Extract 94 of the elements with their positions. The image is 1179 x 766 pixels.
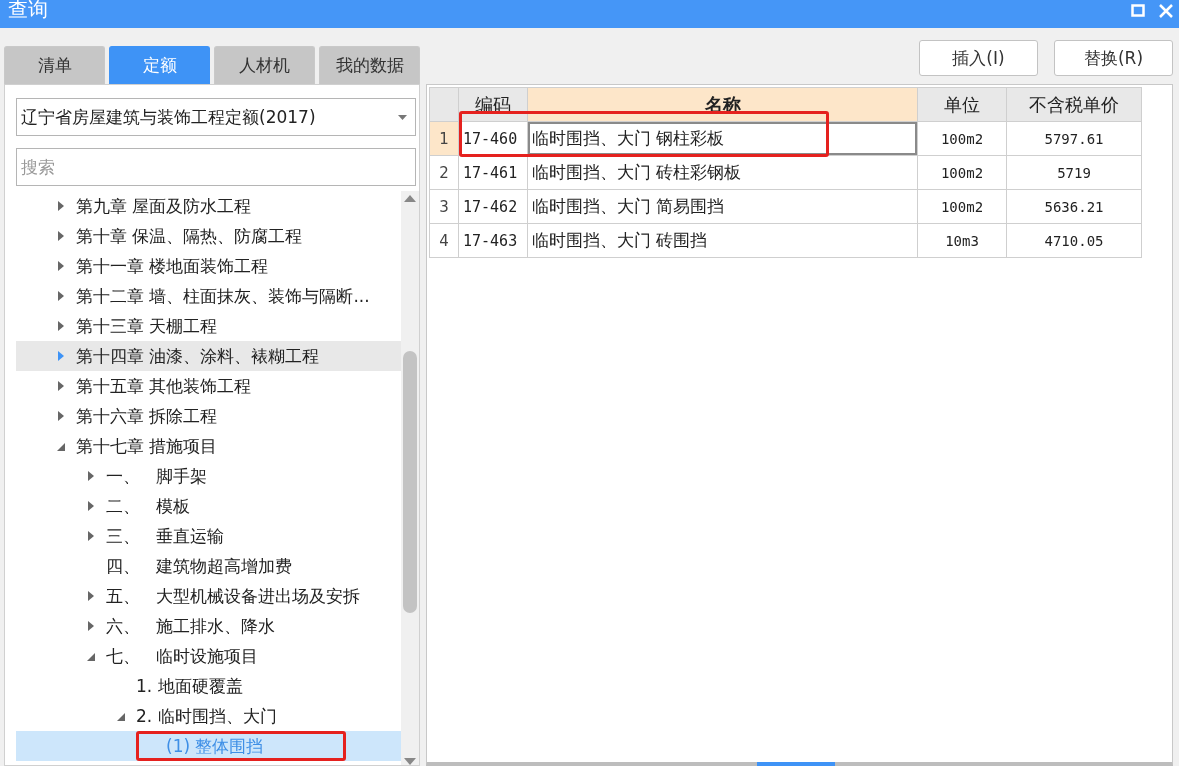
table-cell: 临时围挡、大门 钢柱彩板 [527, 121, 918, 156]
library-dropdown[interactable]: 辽宁省房屋建筑与装饰工程定额(2017) [16, 98, 416, 136]
tab[interactable]: 人材机 [214, 46, 315, 84]
tree-item[interactable]: 六、 施工排水、降水 [16, 611, 401, 641]
row-number: 3 [429, 189, 459, 224]
table-cell: 10m3 [917, 223, 1007, 258]
collapsed-arrow-icon[interactable] [86, 500, 96, 512]
tree-item[interactable]: 第十六章 拆除工程 [16, 401, 401, 431]
collapsed-arrow-icon[interactable] [56, 350, 66, 362]
item-label: (1) 整体围挡 [166, 734, 264, 758]
table-cell: 临时围挡、大门 砖柱彩钢板 [527, 155, 918, 190]
scrollbar[interactable] [401, 191, 419, 765]
collapsed-arrow-icon[interactable] [56, 290, 66, 302]
tree-item[interactable]: 五、 大型机械设备进出场及安拆 [16, 581, 401, 611]
item-label: 第十三章 天棚工程 [76, 314, 218, 338]
table-cell: 5797.61 [1006, 121, 1142, 156]
collapsed-arrow-icon[interactable] [56, 260, 66, 272]
collapsed-arrow-icon[interactable] [56, 320, 66, 332]
item-label: 施工排水、降水 [156, 614, 275, 638]
item-label: 第十五章 其他装饰工程 [76, 374, 252, 398]
item-number: 二、 [106, 494, 140, 518]
tree-item[interactable]: 二、 模板 [16, 491, 401, 521]
tree-item[interactable]: 第十四章 油漆、涂料、裱糊工程 [16, 341, 401, 371]
item-label: 第十一章 楼地面装饰工程 [76, 254, 269, 278]
table-cell: 100m2 [917, 121, 1007, 156]
scrollbar-thumb[interactable] [403, 351, 417, 613]
dropdown-arrow-icon [398, 114, 407, 120]
scroll-up-icon[interactable] [404, 195, 416, 202]
tree-item[interactable]: 第十一章 楼地面装饰工程 [16, 251, 401, 281]
item-label: 垂直运输 [156, 524, 224, 548]
toolbar-button[interactable]: 插入(I) [919, 40, 1038, 76]
scroll-down-icon[interactable] [404, 758, 416, 765]
tree-item[interactable]: 第十章 保温、隔热、防腐工程 [16, 221, 401, 251]
row-number: 2 [429, 155, 459, 190]
tree-item[interactable]: 第十五章 其他装饰工程 [16, 371, 401, 401]
collapsed-arrow-icon[interactable] [56, 200, 66, 212]
collapsed-arrow-icon[interactable] [86, 620, 96, 632]
collapsed-arrow-icon[interactable] [56, 230, 66, 242]
item-label: 第十七章 措施项目 [76, 434, 218, 458]
item-label: 第十四章 油漆、涂料、裱糊工程 [76, 344, 320, 368]
tree-item[interactable]: 四、 建筑物超高增加费 [16, 551, 401, 581]
toolbar-button[interactable]: 替换(R) [1054, 40, 1173, 76]
item-label: 第九章 屋面及防水工程 [76, 194, 252, 218]
table-cell: 4710.05 [1006, 223, 1142, 258]
tree-item[interactable]: 三、 垂直运输 [16, 521, 401, 551]
tree-item[interactable]: 一、 脚手架 [16, 461, 401, 491]
item-label: 1. 地面硬覆盖 [136, 674, 243, 698]
item-label: 第十章 保温、隔热、防腐工程 [76, 224, 303, 248]
item-label: 脚手架 [156, 464, 207, 488]
close-icon[interactable] [1159, 4, 1173, 18]
tab[interactable]: 我的数据 [319, 46, 420, 84]
item-number: 四、 [106, 554, 140, 578]
table-cell: 5636.21 [1006, 189, 1142, 224]
table-cell: 临时围挡、大门 砖围挡 [527, 223, 918, 258]
column-header[interactable]: 单位 [917, 87, 1007, 122]
table-cell: 17-463 [458, 223, 528, 258]
tree-item[interactable]: 第九章 屋面及防水工程 [16, 191, 401, 221]
item-label: 大型机械设备进出场及安拆 [156, 584, 360, 608]
collapsed-arrow-icon[interactable] [86, 470, 96, 482]
tree-item[interactable]: 第十二章 墙、柱面抹灰、装饰与隔断... [16, 281, 401, 311]
tree-item[interactable]: 1. 地面硬覆盖 [16, 671, 401, 701]
table-cell: 临时围挡、大门 简易围挡 [527, 189, 918, 224]
column-header[interactable]: 不含税单价 [1006, 87, 1142, 122]
item-number: 六、 [106, 614, 140, 638]
table-cell: 100m2 [917, 155, 1007, 190]
restore-icon[interactable] [1131, 4, 1145, 18]
item-number: 七、 [106, 644, 140, 668]
tree-item[interactable]: 七、 临时设施项目 [16, 641, 401, 671]
table-cell: 5719 [1006, 155, 1142, 190]
item-label: 模板 [156, 494, 190, 518]
tree-item[interactable]: 2. 临时围挡、大门 [16, 701, 401, 731]
row-number: 4 [429, 223, 459, 258]
table-cell: 17-461 [458, 155, 528, 190]
item-label: 临时设施项目 [156, 644, 258, 668]
search-field[interactable]: 搜索 [16, 148, 416, 186]
item-label: 第十二章 墙、柱面抹灰、装饰与隔断... [76, 284, 370, 308]
collapsed-arrow-icon[interactable] [56, 410, 66, 422]
item-label: 建筑物超高增加费 [156, 554, 292, 578]
row-number: 1 [429, 121, 459, 156]
tab[interactable]: 清单 [4, 46, 105, 84]
item-number: 五、 [106, 584, 140, 608]
item-label: 2. 临时围挡、大门 [136, 704, 277, 728]
tree-item[interactable]: 第十三章 天棚工程 [16, 311, 401, 341]
splitter-handle[interactable] [757, 762, 835, 766]
table-cell: 100m2 [917, 189, 1007, 224]
collapsed-arrow-icon[interactable] [56, 380, 66, 392]
item-number: 一、 [106, 464, 140, 488]
item-number: 三、 [106, 524, 140, 548]
corner-cell [429, 87, 459, 122]
collapsed-arrow-icon[interactable] [86, 530, 96, 542]
item-label: 第十六章 拆除工程 [76, 404, 218, 428]
collapsed-arrow-icon[interactable] [86, 590, 96, 602]
tree-item[interactable]: 第十七章 措施项目 [16, 431, 401, 461]
table-cell: 17-462 [458, 189, 528, 224]
